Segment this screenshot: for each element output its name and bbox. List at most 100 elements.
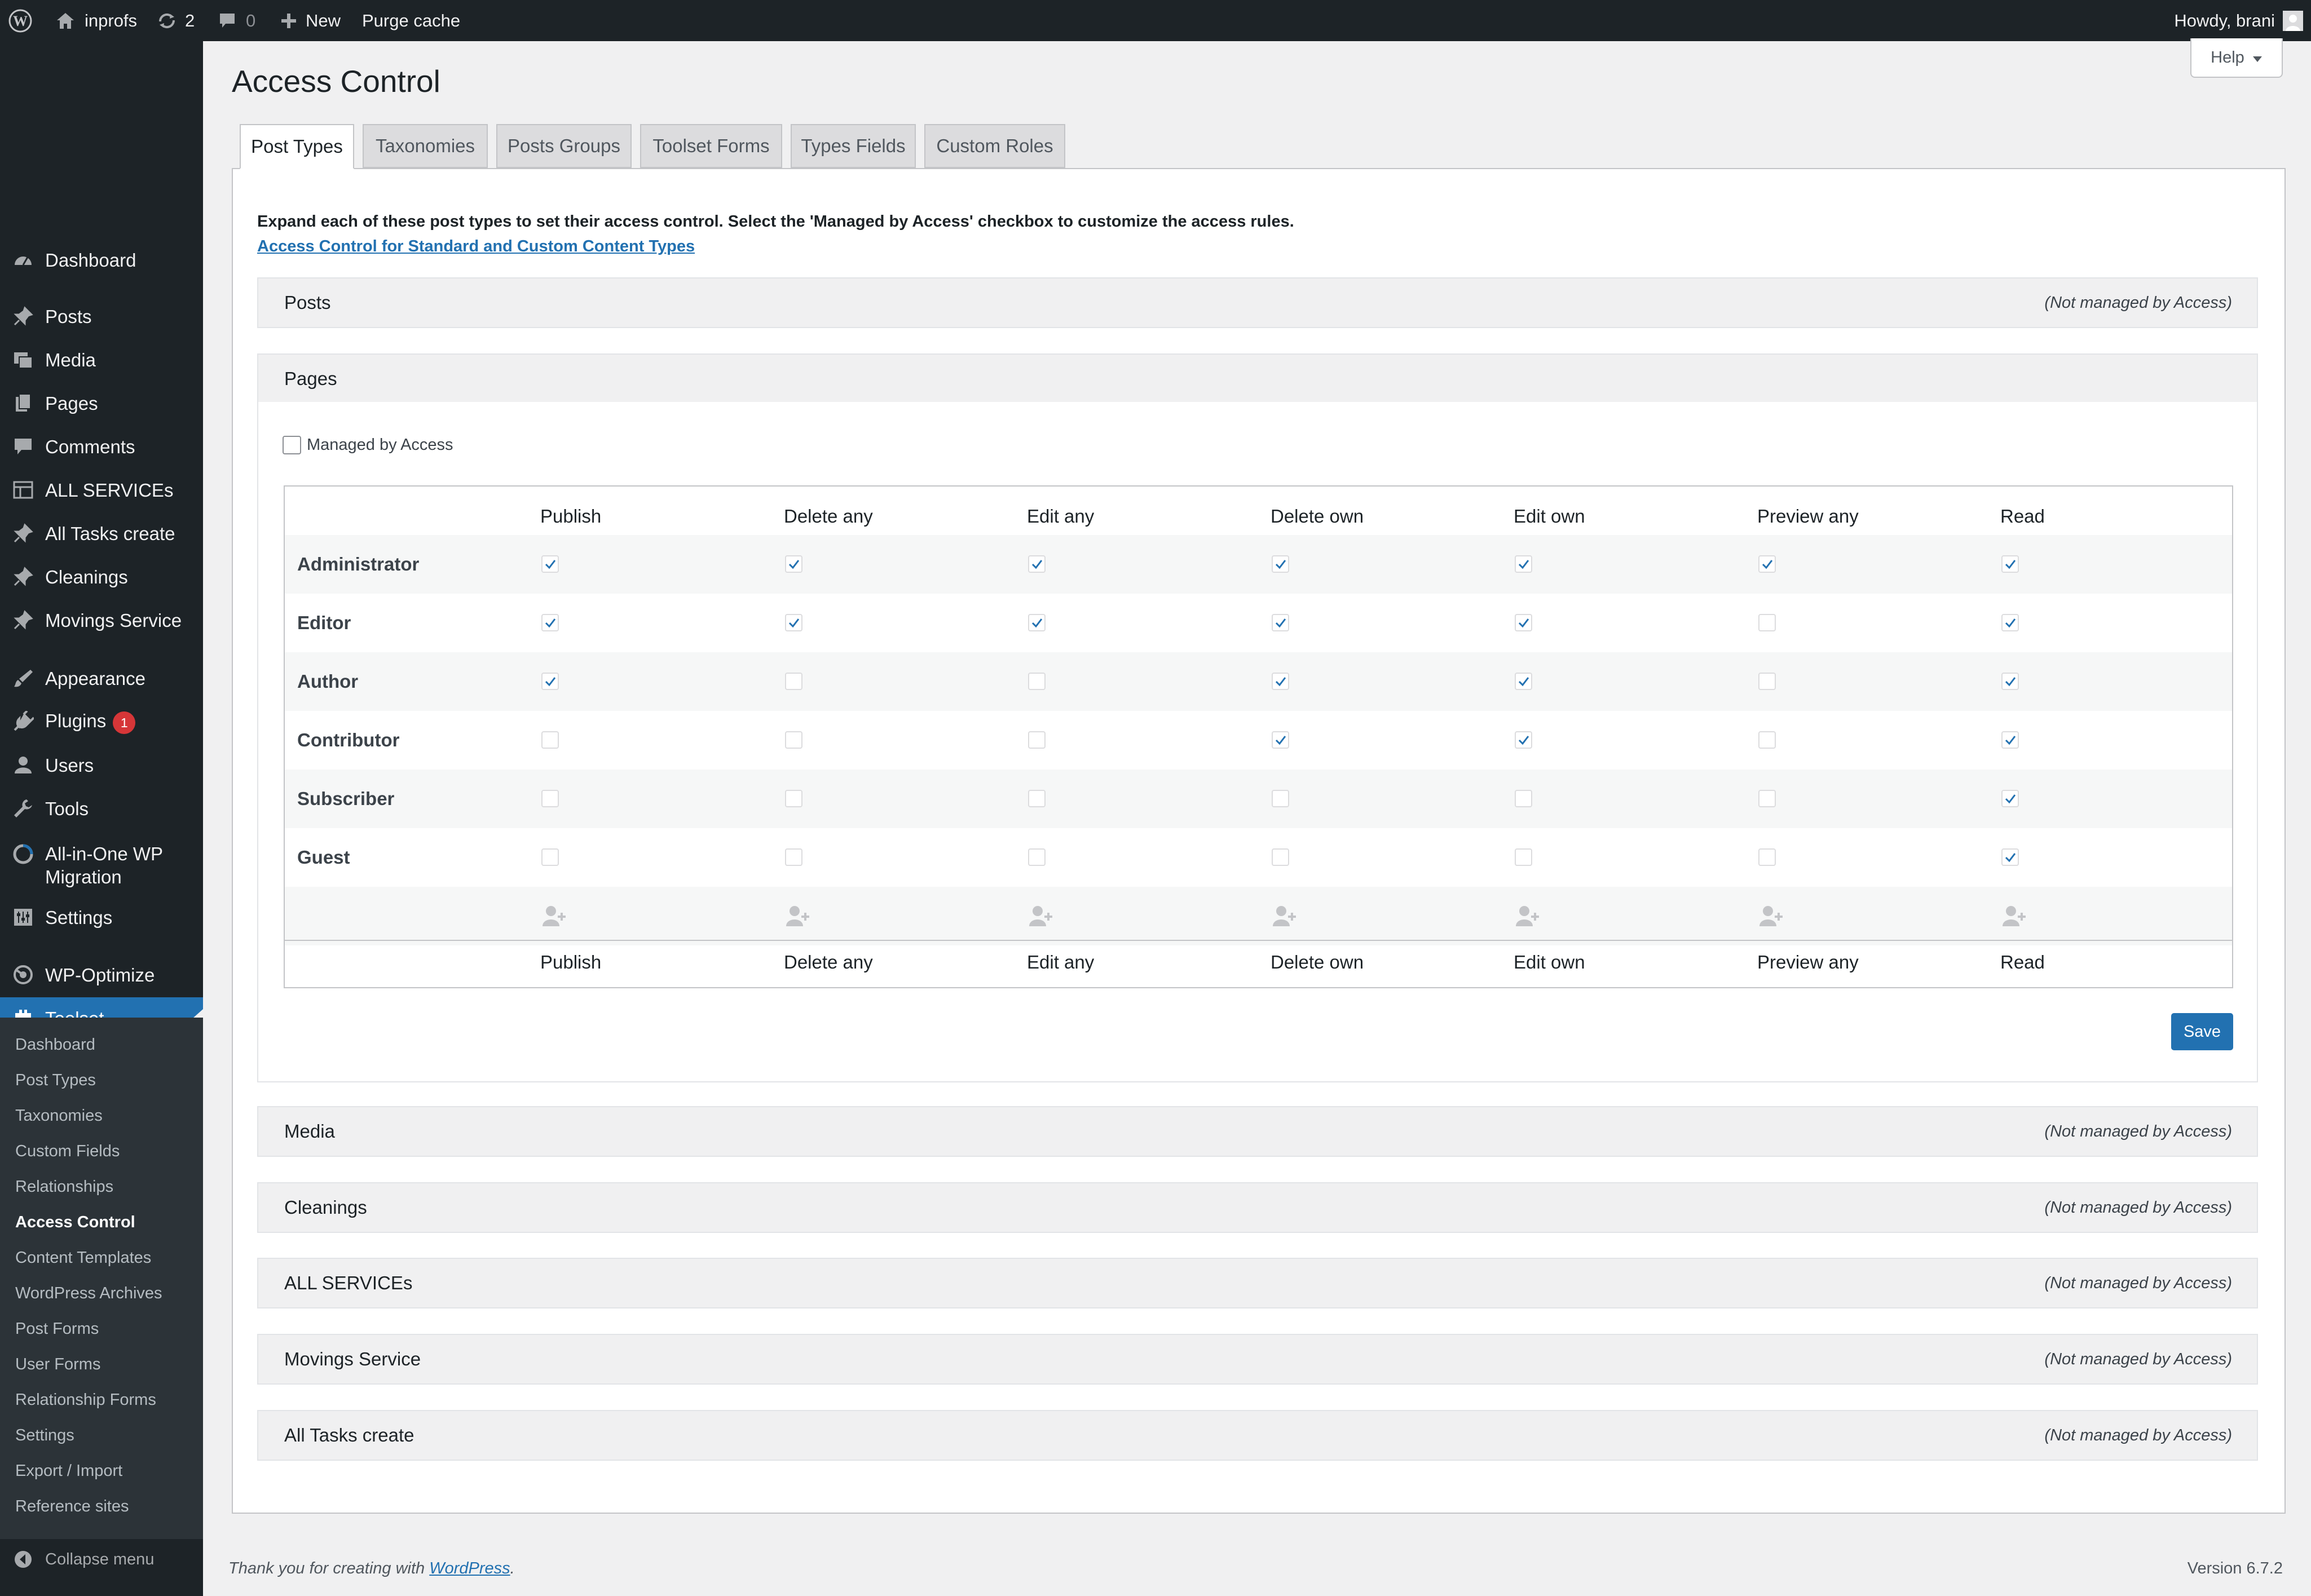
permission-checkbox-publish[interactable] — [541, 848, 559, 866]
site-name-link[interactable]: inprofs — [55, 0, 137, 41]
permission-checkbox-delete-own[interactable] — [1272, 614, 1289, 631]
managed-by-access-checkbox[interactable] — [283, 436, 301, 454]
permission-checkbox-edit-own[interactable] — [1515, 848, 1532, 866]
menu-all-services[interactable]: ALL SERVICEs — [0, 469, 203, 511]
permission-checkbox-publish[interactable] — [541, 614, 559, 631]
menu-tools[interactable]: Tools — [0, 788, 203, 829]
submenu-custom-fields[interactable]: Custom Fields — [15, 1142, 120, 1161]
permission-checkbox-read[interactable] — [2001, 555, 2019, 573]
permission-checkbox-delete-any[interactable] — [785, 673, 802, 690]
submenu-settings[interactable]: Settings — [15, 1426, 74, 1445]
submenu-reference-sites[interactable]: Reference sites — [15, 1497, 129, 1516]
permission-checkbox-publish[interactable] — [541, 731, 559, 749]
save-button[interactable]: Save — [2171, 1013, 2233, 1050]
new-content-link[interactable]: New — [280, 0, 341, 41]
section-pages[interactable]: Pages — [257, 353, 2258, 404]
managed-by-access-option[interactable]: Managed by Access — [283, 436, 453, 454]
section-media[interactable]: Media (Not managed by Access) — [257, 1106, 2258, 1157]
section-movings-service[interactable]: Movings Service (Not managed by Access) — [257, 1334, 2258, 1385]
help-button[interactable]: Help — [2190, 38, 2283, 78]
section-posts[interactable]: Posts (Not managed by Access) — [257, 277, 2258, 328]
permission-checkbox-edit-any[interactable] — [1028, 790, 1046, 807]
permission-checkbox-delete-own[interactable] — [1272, 848, 1289, 866]
permission-checkbox-edit-any[interactable] — [1028, 673, 1046, 690]
tab-custom-roles[interactable]: Custom Roles — [924, 124, 1065, 168]
tab-posts-groups[interactable]: Posts Groups — [496, 124, 632, 168]
permission-checkbox-preview-any[interactable] — [1758, 555, 1776, 573]
permission-checkbox-delete-own[interactable] — [1272, 555, 1289, 573]
permission-checkbox-preview-any[interactable] — [1758, 731, 1776, 749]
submenu-wordpress-archives[interactable]: WordPress Archives — [15, 1284, 162, 1303]
submenu-dashboard[interactable]: Dashboard — [15, 1036, 95, 1054]
permission-checkbox-delete-any[interactable] — [785, 555, 802, 573]
menu-wp-optimize[interactable]: WP-Optimize — [0, 954, 203, 996]
add-user-icon[interactable] — [2001, 905, 2027, 927]
permission-checkbox-delete-any[interactable] — [785, 790, 802, 807]
tab-taxonomies[interactable]: Taxonomies — [363, 124, 488, 168]
add-user-icon[interactable] — [1028, 905, 1054, 927]
menu-appearance[interactable]: Appearance — [0, 657, 203, 699]
permission-checkbox-edit-any[interactable] — [1028, 614, 1046, 631]
add-user-icon[interactable] — [541, 905, 567, 927]
section-all-services[interactable]: ALL SERVICEs (Not managed by Access) — [257, 1258, 2258, 1308]
permission-checkbox-read[interactable] — [2001, 848, 2019, 866]
permission-checkbox-preview-any[interactable] — [1758, 848, 1776, 866]
permission-checkbox-delete-any[interactable] — [785, 614, 802, 631]
permission-checkbox-publish[interactable] — [541, 555, 559, 573]
permission-checkbox-publish[interactable] — [541, 673, 559, 690]
purge-cache-link[interactable]: Purge cache — [362, 0, 460, 41]
submenu-relationship-forms[interactable]: Relationship Forms — [15, 1391, 156, 1409]
wordpress-link[interactable]: WordPress — [429, 1559, 510, 1577]
comments-link[interactable]: 0 — [218, 0, 255, 41]
submenu-export-import[interactable]: Export / Import — [15, 1462, 122, 1480]
menu-cleanings[interactable]: Cleanings — [0, 556, 203, 598]
menu-settings[interactable]: Settings — [0, 896, 203, 938]
submenu-taxonomies[interactable]: Taxonomies — [15, 1107, 103, 1125]
permission-checkbox-edit-own[interactable] — [1515, 614, 1532, 631]
tab-types-fields[interactable]: Types Fields — [791, 124, 916, 168]
submenu-relationships[interactable]: Relationships — [15, 1178, 113, 1196]
permission-checkbox-edit-own[interactable] — [1515, 673, 1532, 690]
permission-checkbox-read[interactable] — [2001, 673, 2019, 690]
submenu-post-forms[interactable]: Post Forms — [15, 1320, 99, 1338]
permission-checkbox-read[interactable] — [2001, 790, 2019, 807]
menu-media[interactable]: Media — [0, 339, 203, 381]
menu-dashboard[interactable]: Dashboard — [0, 239, 203, 281]
menu-comments[interactable]: Comments — [0, 426, 203, 467]
submenu-content-templates[interactable]: Content Templates — [15, 1249, 151, 1267]
menu-all-in-one-wp-migration[interactable]: All-in-One WP Migration — [0, 839, 203, 890]
account-menu[interactable]: Howdy, brani — [2174, 0, 2303, 41]
permission-checkbox-delete-own[interactable] — [1272, 673, 1289, 690]
permission-checkbox-delete-own[interactable] — [1272, 790, 1289, 807]
menu-users[interactable]: Users — [0, 744, 203, 786]
submenu-post-types[interactable]: Post Types — [15, 1071, 96, 1090]
permission-checkbox-preview-any[interactable] — [1758, 614, 1776, 631]
permission-checkbox-publish[interactable] — [541, 790, 559, 807]
menu-posts[interactable]: Posts — [0, 295, 203, 337]
add-user-icon[interactable] — [1515, 905, 1541, 927]
permission-checkbox-delete-any[interactable] — [785, 731, 802, 749]
permission-checkbox-edit-own[interactable] — [1515, 731, 1532, 749]
permission-checkbox-edit-any[interactable] — [1028, 848, 1046, 866]
add-user-icon[interactable] — [1272, 905, 1298, 927]
permission-checkbox-edit-any[interactable] — [1028, 731, 1046, 749]
add-user-icon[interactable] — [1758, 905, 1784, 927]
permission-checkbox-read[interactable] — [2001, 731, 2019, 749]
permission-checkbox-preview-any[interactable] — [1758, 790, 1776, 807]
menu-movings-service[interactable]: Movings Service — [0, 599, 203, 641]
wordpress-logo-icon[interactable]: W — [8, 0, 33, 41]
help-doc-link[interactable]: Access Control for Standard and Custom C… — [257, 237, 695, 256]
submenu-access-control[interactable]: Access Control — [15, 1213, 135, 1232]
permission-checkbox-edit-own[interactable] — [1515, 555, 1532, 573]
permission-checkbox-edit-any[interactable] — [1028, 555, 1046, 573]
permission-checkbox-delete-own[interactable] — [1272, 731, 1289, 749]
collapse-menu-button[interactable]: Collapse menu — [0, 1538, 203, 1580]
menu-plugins[interactable]: Plugins 1 — [0, 701, 203, 742]
permission-checkbox-delete-any[interactable] — [785, 848, 802, 866]
tab-toolset-forms[interactable]: Toolset Forms — [640, 124, 782, 168]
add-user-icon[interactable] — [785, 905, 811, 927]
section-all-tasks-create[interactable]: All Tasks create (Not managed by Access) — [257, 1410, 2258, 1461]
section-cleanings[interactable]: Cleanings (Not managed by Access) — [257, 1182, 2258, 1233]
menu-all-tasks-create[interactable]: All Tasks create — [0, 512, 203, 554]
permission-checkbox-preview-any[interactable] — [1758, 673, 1776, 690]
